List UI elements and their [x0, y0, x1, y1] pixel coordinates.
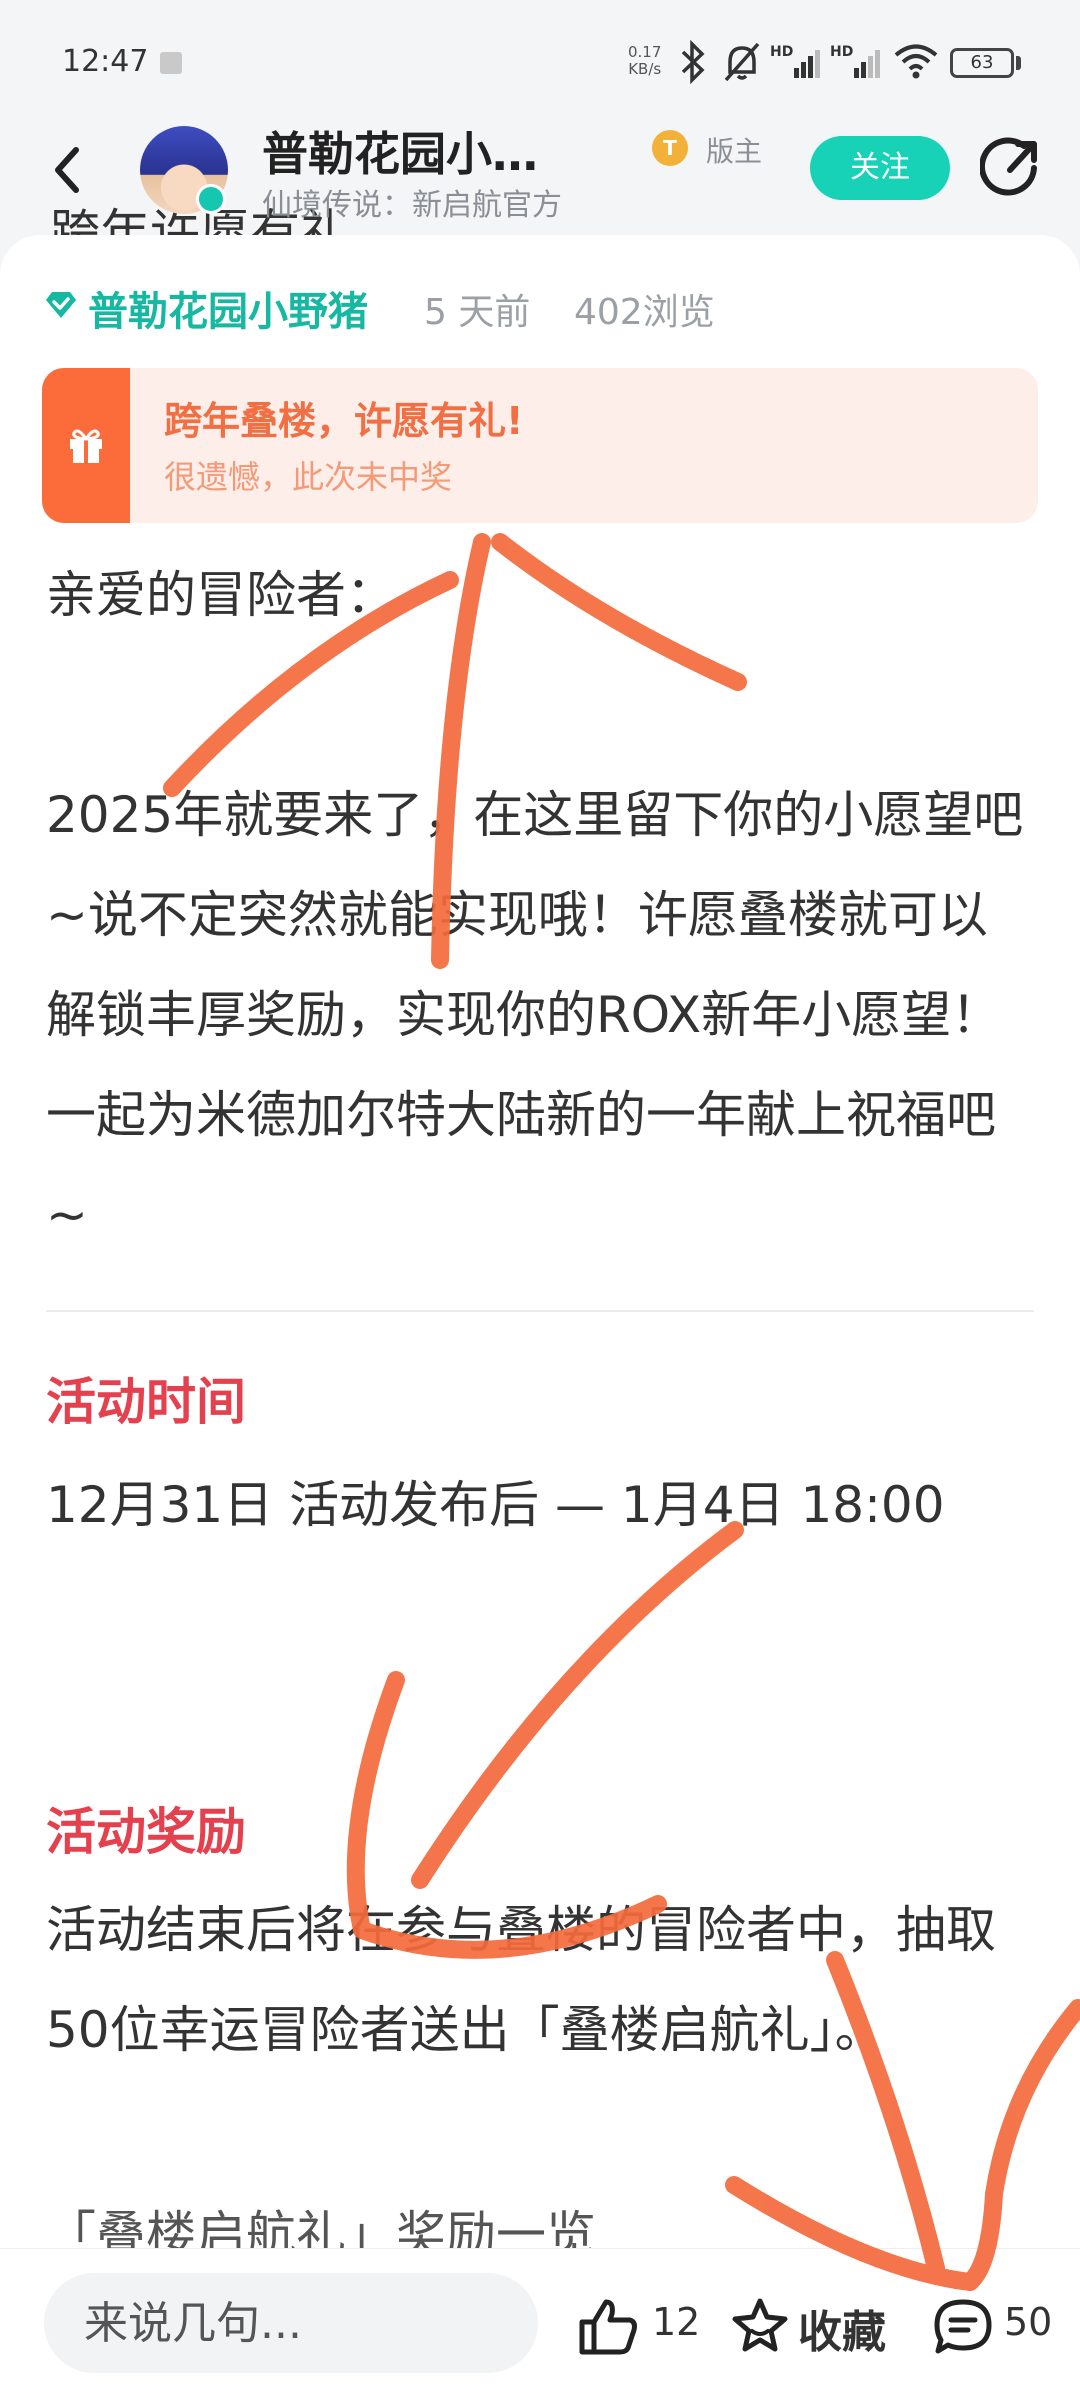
- network-speed-unit: KB/s: [628, 60, 662, 78]
- battery-level: 63: [970, 52, 994, 73]
- network-speed: 0.17 KB/s: [628, 44, 661, 78]
- comment-input[interactable]: [44, 2273, 538, 2373]
- favorite-label[interactable]: 收藏: [798, 2296, 886, 2360]
- wifi-icon: [894, 44, 938, 79]
- section-title-reward: 活动奖励: [46, 1803, 246, 1861]
- greeting-text: 亲爱的冒险者：: [46, 566, 396, 624]
- verified-icon: [196, 184, 226, 214]
- mute-icon: [724, 42, 760, 82]
- post-views: 402浏览: [574, 292, 715, 333]
- notification-icon: [160, 52, 182, 74]
- section-text-reward: 活动结束后将在参与叠楼的冒险者中，抽取50位幸运冒险者送出「叠楼启航礼」。: [46, 1901, 996, 2059]
- forum-name[interactable]: 仙境传说：新启航官方: [262, 180, 562, 224]
- lottery-title: 跨年叠楼，许愿有礼!: [164, 399, 524, 443]
- author-name[interactable]: 普勒花园小野猪: [88, 279, 368, 337]
- star-icon[interactable]: [730, 2296, 790, 2356]
- divider: [46, 1310, 1034, 1312]
- verified-icon: [46, 292, 76, 318]
- bluetooth-icon: [681, 40, 705, 84]
- comment-count: 50: [1004, 2300, 1053, 2344]
- post-time: 5 天前: [424, 292, 531, 333]
- page-title: 普勒花园小…: [262, 127, 538, 181]
- battery-tip: [1016, 56, 1021, 70]
- signal-label: HD: [830, 44, 853, 60]
- moderator-label: 版主: [706, 135, 763, 168]
- signal-label: HD: [770, 44, 793, 60]
- status-time: 12:47: [62, 44, 149, 79]
- gift-icon: [70, 429, 102, 463]
- network-speed-value: 0.17: [628, 43, 662, 61]
- back-icon[interactable]: [48, 140, 88, 200]
- lottery-result: 很遗憾，此次未中奖: [164, 458, 453, 496]
- signal-icon: HD: [770, 44, 820, 78]
- section-text-time: 12月31日 活动发布后 — 1月4日 18:00: [46, 1476, 945, 1534]
- intro-paragraph: 2025年就要来了，在这里留下你的小愿望吧~说不定突然就能实现哦！许愿叠楼就可以…: [46, 786, 1024, 1244]
- like-count: 12: [652, 2300, 701, 2344]
- like-icon[interactable]: [578, 2298, 638, 2356]
- follow-button[interactable]: 关注: [810, 136, 950, 200]
- moderator-badge-icon: T: [652, 130, 688, 166]
- section-title-time: 活动时间: [46, 1373, 246, 1431]
- signal-icon: HD: [830, 44, 880, 78]
- share-icon[interactable]: [980, 136, 1040, 200]
- comment-icon[interactable]: [932, 2298, 994, 2356]
